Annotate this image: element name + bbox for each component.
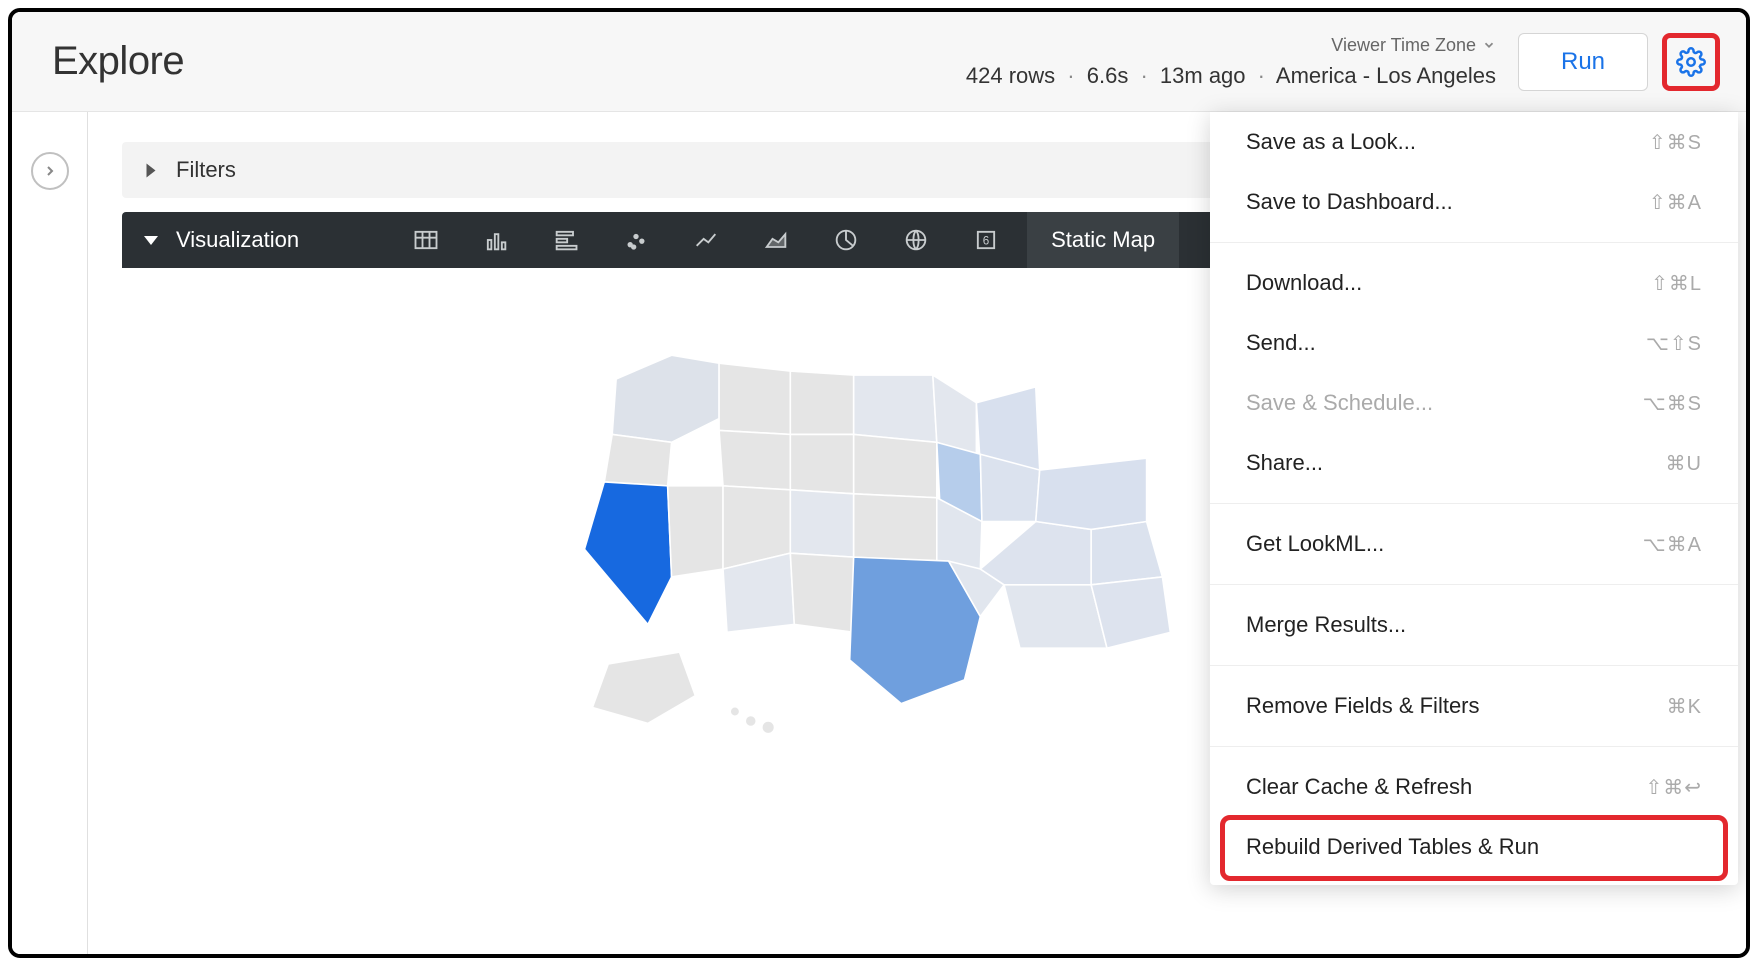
expand-sidebar-button[interactable] bbox=[31, 152, 69, 190]
viz-bar-icon[interactable] bbox=[531, 212, 601, 268]
menu-item-shortcut: ⌘K bbox=[1667, 694, 1702, 719]
viz-column-icon[interactable] bbox=[461, 212, 531, 268]
left-rail bbox=[12, 112, 88, 954]
viz-area-icon[interactable] bbox=[741, 212, 811, 268]
menu-item-shortcut: ⌥⌘A bbox=[1643, 532, 1702, 557]
viz-map-icon[interactable] bbox=[881, 212, 951, 268]
query-duration: 6.6s bbox=[1087, 63, 1129, 88]
settings-dropdown-menu: Save as a Look... ⇧⌘S Save to Dashboard...… bbox=[1210, 112, 1738, 885]
viz-line-icon[interactable] bbox=[671, 212, 741, 268]
menu-item-shortcut: ⇧⌘L bbox=[1651, 271, 1702, 296]
menu-item-label: Rebuild Derived Tables & Run bbox=[1246, 834, 1539, 860]
visualization-section-toggle[interactable]: Visualization bbox=[122, 227, 321, 253]
menu-item-label: Save to Dashboard... bbox=[1246, 189, 1453, 215]
menu-item[interactable]: Send... ⌥⇧S bbox=[1210, 313, 1738, 373]
menu-item-shortcut: ⌘U bbox=[1666, 451, 1702, 476]
menu-item-shortcut: ⌥⌘S bbox=[1643, 391, 1702, 416]
menu-item-label: Get LookML... bbox=[1246, 531, 1384, 557]
menu-item-shortcut: ⌥⇧S bbox=[1646, 331, 1702, 356]
menu-item-label: Save as a Look... bbox=[1246, 129, 1416, 155]
menu-item-label: Send... bbox=[1246, 330, 1316, 356]
menu-item-shortcut: ⇧⌘S bbox=[1649, 130, 1702, 155]
settings-gear-button[interactable] bbox=[1662, 33, 1720, 91]
menu-item[interactable]: Save as a Look... ⇧⌘S bbox=[1210, 112, 1738, 172]
gear-icon bbox=[1676, 47, 1706, 77]
menu-separator bbox=[1210, 242, 1738, 243]
menu-separator bbox=[1210, 746, 1738, 747]
menu-item-shortcut: ⇧⌘A bbox=[1649, 190, 1702, 215]
page-title: Explore bbox=[52, 39, 184, 84]
menu-item-label: Merge Results... bbox=[1246, 612, 1406, 638]
menu-separator bbox=[1210, 665, 1738, 666]
row-count: 424 rows bbox=[966, 63, 1055, 88]
menu-item-label: Download... bbox=[1246, 270, 1362, 296]
chevron-right-icon bbox=[42, 163, 58, 179]
menu-item-label: Save & Schedule... bbox=[1246, 390, 1433, 416]
menu-separator bbox=[1210, 584, 1738, 585]
viz-type-switcher: 6 bbox=[391, 212, 1021, 268]
us-choropleth-map bbox=[537, 284, 1297, 759]
query-age: 13m ago bbox=[1160, 63, 1246, 88]
menu-item-label: Clear Cache & Refresh bbox=[1246, 774, 1472, 800]
viz-table-icon[interactable] bbox=[391, 212, 461, 268]
menu-item[interactable]: Rebuild Derived Tables & Run bbox=[1210, 817, 1738, 877]
menu-item[interactable]: Clear Cache & Refresh ⇧⌘↩ bbox=[1210, 757, 1738, 817]
menu-item[interactable]: Remove Fields & Filters ⌘K bbox=[1210, 676, 1738, 736]
chevron-down-icon bbox=[1482, 38, 1496, 52]
viz-scatter-icon[interactable] bbox=[601, 212, 671, 268]
menu-item[interactable]: Share... ⌘U bbox=[1210, 433, 1738, 493]
viz-pie-icon[interactable] bbox=[811, 212, 881, 268]
filters-label: Filters bbox=[176, 157, 236, 183]
menu-item[interactable]: Get LookML... ⌥⌘A bbox=[1210, 514, 1738, 574]
viz-active-tab[interactable]: Static Map bbox=[1027, 212, 1179, 268]
menu-separator bbox=[1210, 503, 1738, 504]
menu-item[interactable]: Merge Results... bbox=[1210, 595, 1738, 655]
query-status: Viewer Time Zone 424 rows · 6.6s · 13m a… bbox=[966, 32, 1496, 92]
timezone-dropdown[interactable]: Viewer Time Zone bbox=[1331, 32, 1476, 59]
viz-single-value-icon[interactable]: 6 bbox=[951, 212, 1021, 268]
visualization-label: Visualization bbox=[176, 227, 299, 253]
menu-item-shortcut: ⇧⌘↩ bbox=[1645, 775, 1702, 800]
menu-item-label: Share... bbox=[1246, 450, 1323, 476]
svg-text:6: 6 bbox=[983, 235, 989, 248]
menu-item-label: Remove Fields & Filters bbox=[1246, 693, 1480, 719]
menu-item: Save & Schedule... ⌥⌘S bbox=[1210, 373, 1738, 433]
header-bar: Explore Viewer Time Zone 424 rows · 6.6s… bbox=[12, 12, 1746, 112]
caret-down-icon bbox=[144, 236, 158, 245]
caret-right-icon bbox=[147, 163, 156, 177]
run-button[interactable]: Run bbox=[1518, 33, 1648, 91]
menu-item[interactable]: Download... ⇧⌘L bbox=[1210, 253, 1738, 313]
query-timezone-location: America - Los Angeles bbox=[1276, 63, 1496, 88]
menu-item[interactable]: Save to Dashboard... ⇧⌘A bbox=[1210, 172, 1738, 232]
